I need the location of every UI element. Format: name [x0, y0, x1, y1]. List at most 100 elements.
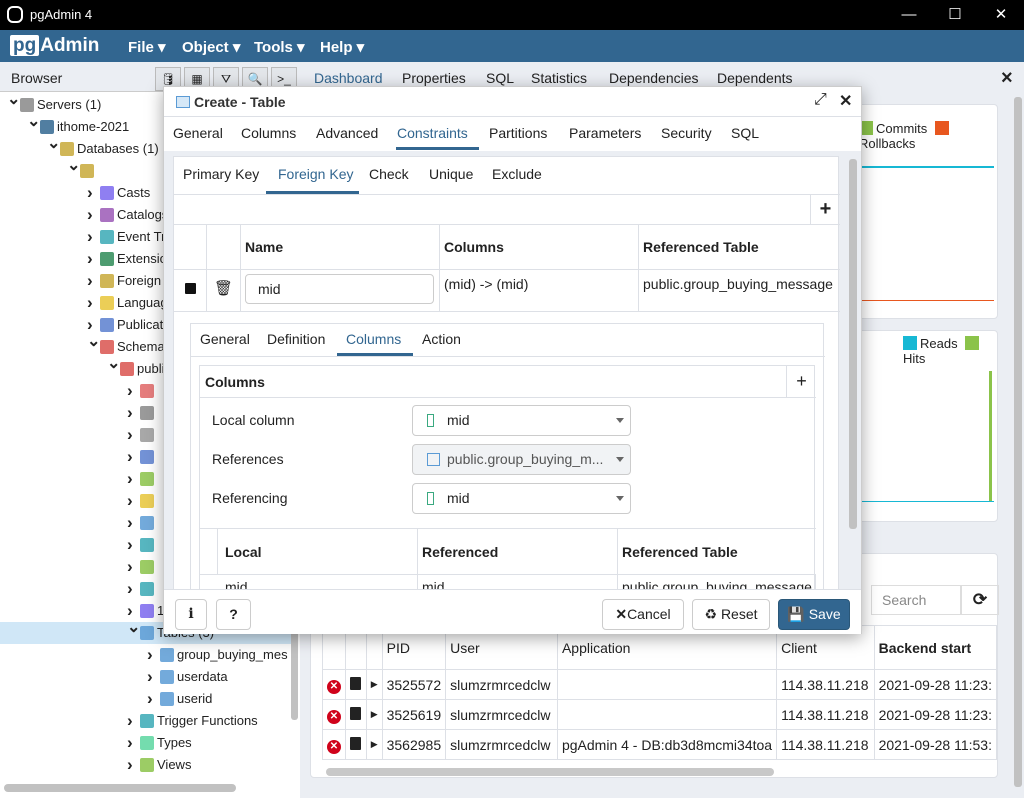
- expand-row-icon[interactable]: ▶: [365, 699, 383, 730]
- chevron-right-icon[interactable]: ›: [127, 732, 133, 754]
- terminate-session-cell[interactable]: ✕: [322, 699, 346, 730]
- tab-dependents[interactable]: Dependents: [717, 70, 793, 86]
- minimize-button[interactable]: —: [886, 0, 932, 30]
- cancel-query-cell[interactable]: [345, 699, 367, 730]
- terminate-session-cell[interactable]: ✕: [322, 729, 346, 760]
- menu-object[interactable]: Object ▾: [182, 38, 240, 56]
- dashboard-scrollbar[interactable]: [1014, 97, 1022, 787]
- tab-parameters[interactable]: Parameters: [569, 125, 641, 141]
- add-foreign-key-button[interactable]: +: [810, 194, 840, 224]
- tree-item[interactable]: › userdata: [0, 666, 291, 688]
- tab-advanced[interactable]: Advanced: [316, 125, 378, 141]
- close-dialog-icon[interactable]: ✕: [839, 91, 852, 111]
- cancel-button[interactable]: ✕Cancel: [602, 599, 684, 630]
- edit-row-icon[interactable]: [174, 270, 207, 312]
- local-column-select[interactable]: mid: [412, 405, 631, 436]
- expand-row-icon[interactable]: ▶: [365, 729, 383, 760]
- subtab-check[interactable]: Check: [369, 166, 409, 182]
- chevron-right-icon[interactable]: ›: [127, 710, 133, 732]
- referencing-select[interactable]: mid: [412, 483, 631, 514]
- stop-icon[interactable]: [350, 706, 361, 720]
- chevron-right-icon[interactable]: ›: [147, 644, 153, 666]
- fk-name-input[interactable]: mid: [245, 274, 434, 304]
- terminate-icon[interactable]: ✕: [327, 679, 341, 694]
- expand-row-icon[interactable]: ▶: [365, 669, 383, 700]
- detail-tab-general[interactable]: General: [200, 331, 250, 347]
- chevron-right-icon[interactable]: ›: [127, 490, 133, 512]
- chevron-right-icon[interactable]: ›: [87, 204, 93, 226]
- chevron-right-icon[interactable]: ›: [127, 424, 133, 446]
- chevron-right-icon[interactable]: ›: [127, 754, 133, 776]
- tab-constraints[interactable]: Constraints: [397, 125, 468, 141]
- stop-icon[interactable]: [350, 736, 361, 750]
- chevron-right-icon[interactable]: ›: [127, 534, 133, 556]
- menu-file[interactable]: File ▾: [128, 38, 166, 56]
- col-backend-start[interactable]: Backend start: [873, 625, 998, 670]
- info-button[interactable]: i: [175, 599, 207, 630]
- sessions-horizontal-scrollbar[interactable]: [326, 768, 774, 776]
- tab-dashboard[interactable]: Dashboard: [314, 70, 383, 86]
- tree-item[interactable]: › userid: [0, 688, 291, 710]
- menu-tools[interactable]: Tools ▾: [254, 38, 305, 56]
- tree-item[interactable]: › Types: [0, 732, 291, 754]
- detail-tab-action[interactable]: Action: [422, 331, 461, 347]
- tree-horizontal-scrollbar[interactable]: [4, 784, 236, 792]
- tab-sql[interactable]: SQL: [486, 70, 514, 86]
- terminate-session-cell[interactable]: ✕: [322, 669, 346, 700]
- chevron-right-icon[interactable]: ›: [127, 512, 133, 534]
- tree-item[interactable]: › Views: [0, 754, 291, 776]
- chevron-right-icon[interactable]: ›: [87, 248, 93, 270]
- subtab-foreign-key[interactable]: Foreign Key: [278, 166, 353, 182]
- stop-icon[interactable]: [350, 676, 361, 690]
- cancel-query-cell[interactable]: [345, 669, 367, 700]
- add-column-button[interactable]: +: [786, 366, 816, 397]
- chevron-right-icon[interactable]: ›: [127, 446, 133, 468]
- chevron-down-icon[interactable]: ⌄: [7, 92, 20, 111]
- chevron-down-icon[interactable]: ⌄: [107, 353, 120, 375]
- chevron-right-icon[interactable]: ›: [127, 578, 133, 600]
- reset-button[interactable]: ♻ Reset: [692, 599, 770, 630]
- chevron-right-icon[interactable]: ›: [147, 666, 153, 688]
- tab-dependencies[interactable]: Dependencies: [609, 70, 699, 86]
- tab-partitions[interactable]: Partitions: [489, 125, 547, 141]
- chevron-right-icon[interactable]: ›: [127, 402, 133, 424]
- tree-item[interactable]: › Trigger Functions: [0, 710, 291, 732]
- chevron-right-icon[interactable]: ›: [87, 292, 93, 314]
- maximize-button[interactable]: ☐: [932, 0, 978, 30]
- chevron-right-icon[interactable]: ›: [127, 556, 133, 578]
- close-tab-icon[interactable]: ×: [1001, 67, 1013, 90]
- tab-sql[interactable]: SQL: [731, 125, 759, 141]
- chevron-down-icon[interactable]: ⌄: [87, 331, 100, 353]
- chevron-right-icon[interactable]: ›: [87, 182, 93, 204]
- cancel-query-cell[interactable]: [345, 729, 367, 760]
- chevron-right-icon[interactable]: ›: [87, 270, 93, 292]
- dialog-scrollbar[interactable]: [849, 159, 857, 529]
- tab-columns[interactable]: Columns: [241, 125, 296, 141]
- sessions-search-input[interactable]: Search: [871, 585, 961, 615]
- maximize-dialog-icon[interactable]: ⤢: [814, 91, 827, 109]
- detail-tab-columns[interactable]: Columns: [346, 331, 401, 347]
- help-button[interactable]: ?: [216, 599, 251, 630]
- subtab-exclude[interactable]: Exclude: [492, 166, 542, 182]
- chevron-down-icon[interactable]: ⌄: [67, 155, 80, 177]
- chevron-right-icon[interactable]: ›: [127, 380, 133, 402]
- detail-tab-definition[interactable]: Definition: [267, 331, 325, 347]
- tab-statistics[interactable]: Statistics: [531, 70, 587, 86]
- tree-item[interactable]: › group_buying_mes: [0, 644, 291, 666]
- terminate-icon[interactable]: ✕: [327, 709, 341, 724]
- chevron-right-icon[interactable]: ›: [87, 226, 93, 248]
- subtab-unique[interactable]: Unique: [429, 166, 473, 182]
- chevron-right-icon[interactable]: ›: [127, 468, 133, 490]
- chevron-down-icon[interactable]: ⌄: [47, 133, 60, 155]
- tab-general[interactable]: General: [173, 125, 223, 141]
- save-button[interactable]: 💾 Save: [778, 599, 850, 630]
- tab-properties[interactable]: Properties: [402, 70, 466, 86]
- delete-row-icon[interactable]: 🗑: [207, 270, 241, 312]
- chevron-right-icon[interactable]: ›: [147, 688, 153, 710]
- subtab-primary-key[interactable]: Primary Key: [183, 166, 259, 182]
- refresh-icon[interactable]: ⟳: [961, 585, 999, 615]
- terminate-icon[interactable]: ✕: [327, 739, 341, 754]
- menu-help[interactable]: Help ▾: [320, 38, 364, 56]
- chevron-down-icon[interactable]: ⌄: [127, 617, 140, 639]
- close-window-button[interactable]: ✕: [978, 0, 1024, 30]
